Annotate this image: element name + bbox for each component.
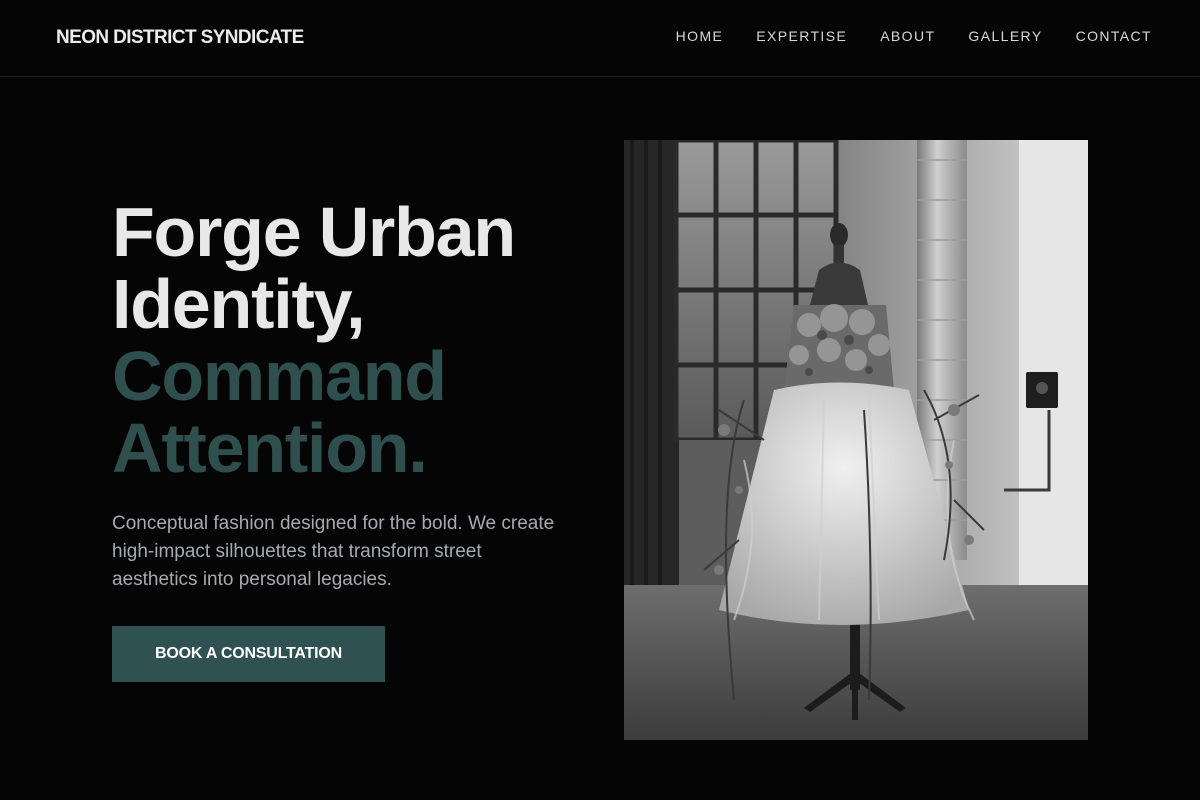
page: NEON DISTRICT SYNDICATE HOME EXPERTISE A… bbox=[0, 0, 1200, 800]
nav-link-gallery[interactable]: GALLERY bbox=[968, 28, 1042, 44]
headline-line-1: Forge Urban bbox=[112, 193, 516, 271]
nav-item-expertise: EXPERTISE bbox=[756, 28, 847, 46]
nav-item-gallery: GALLERY bbox=[968, 28, 1042, 46]
dress-photo-illustration bbox=[624, 140, 1088, 740]
headline-line-2: Identity, bbox=[112, 265, 366, 343]
site-header: NEON DISTRICT SYNDICATE HOME EXPERTISE A… bbox=[0, 0, 1200, 77]
headline-accent-line-1: Command bbox=[112, 337, 447, 415]
hero-text: Forge Urban Identity, Command Attention. bbox=[112, 196, 582, 484]
book-consultation-button[interactable]: BOOK A CONSULTATION bbox=[112, 626, 385, 682]
nav-link-contact[interactable]: CONTACT bbox=[1076, 28, 1152, 44]
nav-link-about[interactable]: ABOUT bbox=[880, 28, 935, 44]
nav-item-home: HOME bbox=[676, 28, 724, 46]
hero-headline: Forge Urban Identity, Command Attention. bbox=[112, 196, 582, 484]
nav-item-about: ABOUT bbox=[880, 28, 935, 46]
hero-photo-dress-on-mannequin bbox=[624, 140, 1088, 740]
nav-link-expertise[interactable]: EXPERTISE bbox=[756, 28, 847, 44]
nav-item-contact: CONTACT bbox=[1076, 28, 1152, 46]
hero-subtext: Conceptual fashion designed for the bold… bbox=[112, 513, 555, 590]
headline-accent-line-2: Attention. bbox=[112, 409, 428, 487]
nav-link-home[interactable]: HOME bbox=[676, 28, 724, 44]
brand-logo[interactable]: NEON DISTRICT SYNDICATE bbox=[56, 27, 304, 49]
main-nav: HOME EXPERTISE ABOUT GALLERY CONTACT bbox=[676, 28, 1152, 46]
